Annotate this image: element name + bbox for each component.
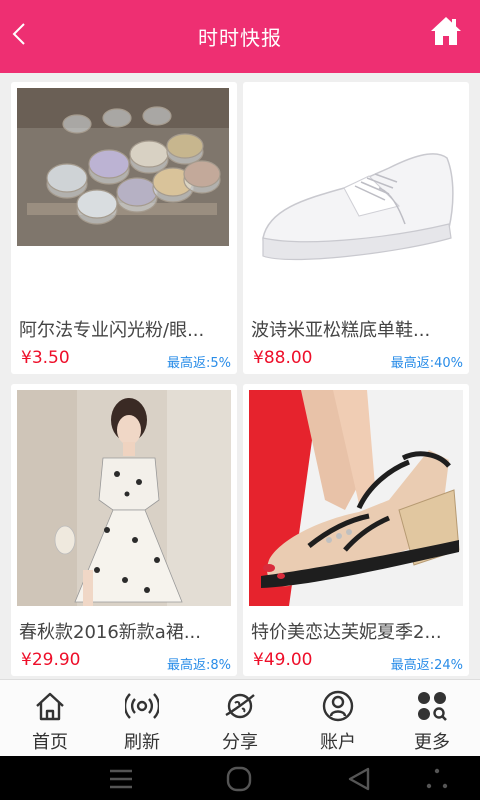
tab-label: 账户	[320, 732, 356, 753]
product-price: ¥3.50	[21, 348, 70, 368]
tab-home[interactable]: 首页	[2, 680, 98, 757]
product-name[interactable]: 春秋款2016新款a裙...	[19, 618, 233, 644]
home-icon[interactable]	[430, 14, 462, 48]
planet-icon	[225, 693, 255, 719]
product-price: ¥49.00	[253, 650, 313, 670]
dots-icon[interactable]	[424, 766, 450, 792]
product-rebate: 最高返:24%	[390, 658, 463, 673]
home-circle-icon[interactable]	[226, 766, 252, 792]
product-image-white-shoe[interactable]	[249, 88, 463, 304]
product-rebate: 最高返:5%	[166, 356, 231, 371]
product-name[interactable]: 阿尔法专业闪光粉/眼...	[19, 316, 233, 342]
product-price: ¥29.90	[21, 650, 81, 670]
app-header: 时时快报	[0, 0, 480, 73]
back-triangle-icon[interactable]	[346, 766, 372, 792]
tab-refresh[interactable]: 刷新	[94, 680, 190, 757]
product-price: ¥88.00	[253, 348, 313, 368]
product-card[interactable]: 特价美恋达芙妮夏季2... ¥49.00 最高返:24%	[243, 384, 469, 676]
broadcast-icon	[125, 693, 159, 719]
product-image-sandals[interactable]	[249, 390, 463, 606]
product-image-dress[interactable]	[17, 390, 231, 606]
product-card[interactable]: 阿尔法专业闪光粉/眼... ¥3.50 最高返:5%	[11, 82, 237, 374]
product-image-glitter-powder[interactable]	[17, 88, 231, 304]
product-grid: 阿尔法专业闪光粉/眼... ¥3.50 最高返:5% 波诗米亚松糕底单鞋... …	[0, 73, 480, 679]
tab-share[interactable]: 分享	[192, 680, 288, 757]
page-title: 时时快报	[198, 26, 282, 50]
product-name[interactable]: 特价美恋达芙妮夏季2...	[251, 618, 465, 644]
more-grid-icon	[418, 692, 447, 721]
tab-more[interactable]: 更多	[384, 680, 480, 757]
product-rebate: 最高返:40%	[390, 356, 463, 371]
home-icon	[36, 692, 64, 721]
user-icon	[322, 690, 354, 722]
product-name[interactable]: 波诗米亚松糕底单鞋...	[251, 316, 465, 342]
tab-account[interactable]: 账户	[290, 680, 386, 757]
product-card[interactable]: 春秋款2016新款a裙... ¥29.90 最高返:8%	[11, 384, 237, 676]
tab-label: 刷新	[124, 732, 160, 753]
tab-label: 分享	[222, 732, 258, 753]
tab-label: 首页	[32, 732, 68, 753]
tab-label: 更多	[414, 732, 450, 753]
bottom-tab-bar: 首页 刷新 分享 账户 更多	[0, 679, 480, 756]
system-navigation-bar	[0, 756, 480, 800]
product-rebate: 最高返:8%	[166, 658, 231, 673]
menu-icon[interactable]	[108, 766, 134, 792]
product-card[interactable]: 波诗米亚松糕底单鞋... ¥88.00 最高返:40%	[243, 82, 469, 374]
